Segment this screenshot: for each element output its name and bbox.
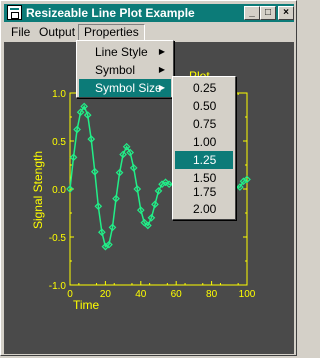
y-axis-label: Signal Stength bbox=[31, 151, 45, 229]
menu-item-symbol[interactable]: Symbol ▶ bbox=[79, 61, 171, 79]
window-title: Resizeable Line Plot Example bbox=[26, 6, 195, 20]
symbol-size-submenu-bottom: 1.75 2.00 bbox=[172, 184, 236, 220]
menu-item-label: Symbol Size bbox=[95, 81, 162, 95]
x-axis-label: Time bbox=[73, 298, 100, 312]
menu-file[interactable]: File bbox=[6, 24, 35, 40]
symbol-size-option[interactable]: 0.50 bbox=[175, 97, 233, 115]
x-tick-label: 0 bbox=[67, 289, 73, 300]
x-tick-label: 60 bbox=[171, 289, 183, 300]
submenu-arrow-icon: ▶ bbox=[158, 83, 165, 92]
submenu-arrow-icon: ▶ bbox=[158, 47, 165, 56]
symbol-size-submenu: 0.25 0.50 0.75 1.00 1.25 1.50 bbox=[172, 76, 236, 188]
x-tick-label: 20 bbox=[100, 289, 112, 300]
symbol-size-option[interactable]: 1.00 bbox=[175, 133, 233, 151]
title-bar[interactable]: Resizeable Line Plot Example _ □ × bbox=[4, 4, 294, 22]
x-tick-label: 100 bbox=[239, 289, 256, 300]
close-button[interactable]: × bbox=[278, 6, 294, 20]
minimize-button[interactable]: _ bbox=[244, 6, 260, 20]
properties-menu: Line Style ▶ Symbol ▶ Symbol Size ▶ bbox=[76, 40, 174, 98]
y-tick-label: -1.0 bbox=[49, 281, 67, 292]
symbol-size-option[interactable]: 0.25 bbox=[175, 79, 233, 97]
symbol-size-option[interactable]: 2.00 bbox=[175, 201, 233, 218]
maximize-button[interactable]: □ bbox=[260, 6, 276, 20]
x-tick-label: 40 bbox=[135, 289, 147, 300]
menu-item-line-style[interactable]: Line Style ▶ bbox=[79, 43, 171, 61]
menu-bar: File Output Properties bbox=[4, 23, 294, 42]
app-icon[interactable] bbox=[7, 5, 22, 20]
symbol-size-option[interactable]: 0.75 bbox=[175, 115, 233, 133]
y-tick-label: -0.5 bbox=[49, 233, 67, 244]
y-tick-label: 0.0 bbox=[52, 185, 66, 196]
menu-output[interactable]: Output bbox=[34, 24, 80, 40]
menu-item-label: Symbol bbox=[95, 63, 136, 77]
main-window: Resizeable Line Plot Example _ □ × File … bbox=[0, 0, 297, 356]
y-tick-label: 1.0 bbox=[52, 89, 66, 100]
menu-item-symbol-size[interactable]: Symbol Size ▶ bbox=[79, 79, 171, 97]
x-tick-label: 80 bbox=[206, 289, 218, 300]
symbol-size-option[interactable]: 1.75 bbox=[175, 184, 233, 201]
menu-item-label: Line Style bbox=[95, 45, 148, 59]
submenu-arrow-icon: ▶ bbox=[158, 65, 165, 74]
symbol-size-option-selected[interactable]: 1.25 bbox=[175, 151, 233, 169]
y-tick-label: 0.5 bbox=[52, 137, 66, 148]
